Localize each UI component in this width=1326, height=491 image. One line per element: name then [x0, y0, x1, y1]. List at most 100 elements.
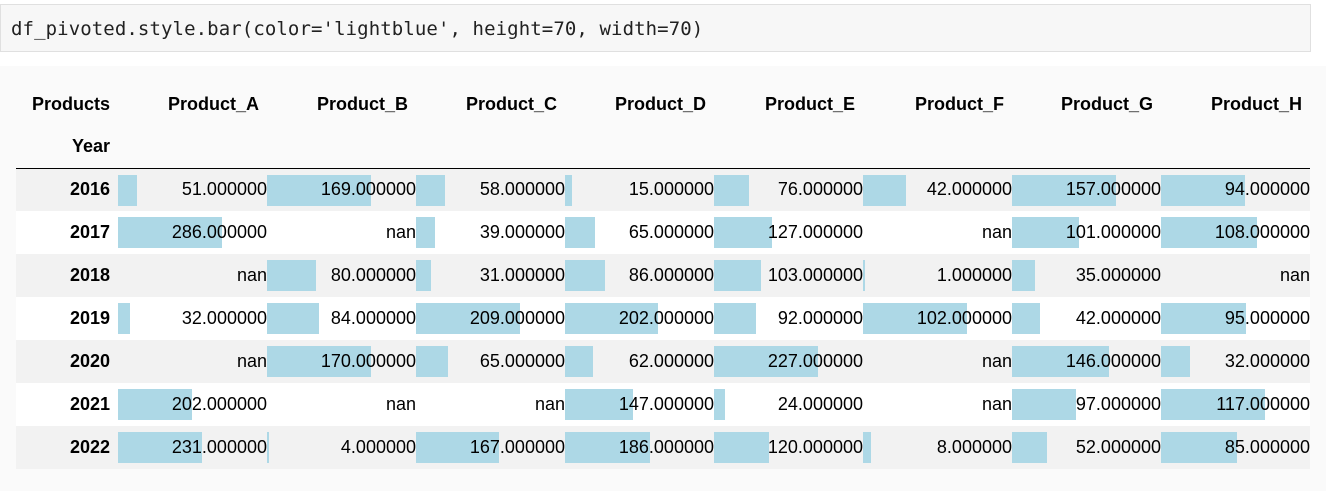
cell-value: 227.000000: [767, 351, 863, 371]
data-bar: [416, 217, 435, 248]
table-cell: 286.000000: [118, 211, 267, 254]
column-header-product-h: Product_H: [1210, 93, 1302, 114]
cell-value: 84.000000: [330, 308, 416, 328]
data-bar: [267, 432, 269, 463]
cell-value: nan: [981, 351, 1012, 371]
cell-value: 157.000000: [1065, 179, 1161, 200]
cell-value: nan: [534, 394, 565, 414]
row-header-year: 2017: [69, 222, 110, 242]
table-cell: 24.000000: [714, 383, 863, 426]
row-header-year: 2018: [69, 265, 110, 285]
row-header-year: 2022: [69, 437, 110, 457]
row-header-year: 2020: [69, 351, 110, 371]
table-cell: 76.000000: [714, 168, 863, 211]
table-cell: nan: [863, 383, 1012, 426]
column-header-product-g: Product_G: [1060, 93, 1153, 114]
cell-value: 35.000000: [1075, 265, 1161, 285]
cell-value: 51.000000: [181, 179, 267, 200]
column-header-product-c: Product_C: [465, 93, 557, 114]
column-header-product-a: Product_A: [167, 93, 259, 114]
table-cell: nan: [267, 211, 416, 254]
table-cell: 32.000000: [1161, 340, 1310, 383]
table-cell: 95.000000: [1161, 297, 1310, 340]
empty-header-cell: [565, 126, 714, 168]
cell-value: nan: [385, 394, 416, 414]
empty-header-cell: [118, 126, 267, 168]
row-index-header-row: Year: [16, 126, 1310, 168]
cell-value: 94.000000: [1224, 179, 1310, 200]
table-cell: 167.000000: [416, 426, 565, 469]
table-row: 2017 286.000000 nan 39.000000 65.000000 127.0…: [16, 211, 1310, 254]
cell-value: nan: [236, 265, 267, 285]
table-cell: nan: [1161, 254, 1310, 297]
table-cell: 86.000000: [565, 254, 714, 297]
table-cell: 103.000000: [714, 254, 863, 297]
data-bar: [565, 260, 605, 291]
table-cell: 1.000000: [863, 254, 1012, 297]
data-bar: [565, 346, 593, 377]
cell-value: 42.000000: [1075, 308, 1161, 328]
cell-value: 4.000000: [340, 437, 416, 457]
table-cell: 94.000000: [1161, 168, 1310, 211]
table-cell: 80.000000: [267, 254, 416, 297]
data-bar: [565, 217, 595, 248]
table-cell: 146.000000: [1012, 340, 1161, 383]
cell-value: nan: [236, 351, 267, 371]
table-cell: 101.000000: [1012, 211, 1161, 254]
table-cell: 227.000000: [714, 340, 863, 383]
table-cell: 108.000000: [1161, 211, 1310, 254]
cell-value: 127.000000: [767, 222, 863, 242]
data-bar: [863, 260, 865, 291]
data-bar: [714, 174, 749, 206]
cell-value: nan: [981, 394, 1012, 414]
cell-value: nan: [1279, 265, 1310, 285]
table-cell: 65.000000: [565, 211, 714, 254]
table-cell: 92.000000: [714, 297, 863, 340]
cell-value: 167.000000: [469, 437, 565, 457]
cell-value: 42.000000: [926, 179, 1012, 200]
data-bar: [863, 432, 871, 463]
table-body: 2016 51.000000 169.000000 58.000000 15.00000…: [16, 168, 1310, 469]
data-bar: [714, 217, 772, 248]
cell-value: 117.000000: [1216, 394, 1310, 414]
cell-value: nan: [385, 222, 416, 242]
column-header-product-d: Product_D: [614, 93, 706, 114]
cell-value: 202.000000: [618, 308, 714, 328]
cell-value: 170.000000: [320, 351, 416, 371]
table-cell: 202.000000: [565, 297, 714, 340]
data-bar: [416, 174, 445, 206]
table-row: 2022 231.000000 4.000000 167.000000 186.0000…: [16, 426, 1310, 469]
code-source[interactable]: df_pivoted.style.bar(color='lightblue', …: [11, 18, 703, 40]
table-cell: 8.000000: [863, 426, 1012, 469]
table-row: 2018 nan 80.000000 31.000000 86.000000 103.00…: [16, 254, 1310, 297]
table-cell: 65.000000: [416, 340, 565, 383]
cell-value: 62.000000: [628, 351, 714, 371]
table-cell: nan: [416, 383, 565, 426]
cell-value: 39.000000: [479, 222, 565, 242]
table-cell: nan: [863, 340, 1012, 383]
code-cell[interactable]: df_pivoted.style.bar(color='lightblue', …: [0, 4, 1311, 52]
cell-value: 15.000000: [628, 179, 714, 200]
table-cell: 85.000000: [1161, 426, 1310, 469]
table-cell: 157.000000: [1012, 168, 1161, 211]
data-bar: [714, 389, 725, 420]
table-cell: 202.000000: [118, 383, 267, 426]
table-cell: 186.000000: [565, 426, 714, 469]
table-cell: 84.000000: [267, 297, 416, 340]
table-row: 2019 32.000000 84.000000 209.000000 202.0000…: [16, 297, 1310, 340]
row-header-year: 2019: [69, 308, 110, 328]
data-bar: [565, 174, 572, 206]
output-area: Products Product_A Product_B Product_C Prod…: [0, 66, 1326, 491]
styled-dataframe-table: Products Product_A Product_B Product_C Prod…: [16, 82, 1310, 469]
cell-value: nan: [981, 222, 1012, 242]
data-bar: [1012, 432, 1047, 463]
cell-value: 52.000000: [1075, 437, 1161, 457]
cell-value: 95.000000: [1224, 308, 1310, 328]
column-header-product-b: Product_B: [316, 93, 408, 114]
row-header-year: 2021: [69, 394, 110, 414]
cell-value: 147.000000: [618, 394, 714, 414]
empty-header-cell: [1012, 126, 1161, 168]
table-cell: 169.000000: [267, 168, 416, 211]
cell-value: 58.000000: [479, 179, 565, 200]
cell-value: 169.000000: [320, 179, 416, 200]
